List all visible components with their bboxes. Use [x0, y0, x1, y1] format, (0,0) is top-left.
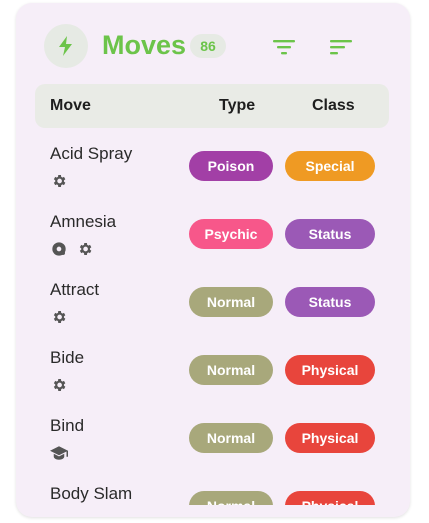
gear-icon — [50, 308, 68, 326]
type-badge: Normal — [189, 355, 273, 385]
moves-list[interactable]: Acid Spray Poison Special Amnesia Psychic Sta… — [16, 128, 410, 505]
graduation-cap-icon — [50, 444, 68, 462]
list-item[interactable]: Acid Spray Poison Special — [16, 128, 410, 196]
column-header-type[interactable]: Type — [219, 97, 255, 115]
class-badge: Status — [285, 287, 375, 317]
column-header-move[interactable]: Move — [50, 97, 91, 115]
move-name: Acid Spray — [50, 144, 133, 163]
type-badge: Psychic — [189, 219, 273, 249]
type-badge: Normal — [189, 423, 273, 453]
move-name: Bide — [50, 348, 85, 367]
page-title: Moves — [102, 30, 187, 60]
move-name: Bind — [50, 416, 85, 435]
type-badge: Normal — [189, 491, 273, 505]
move-name: Body Slam — [50, 484, 133, 503]
moves-card: Moves 86 Move Type Class Acid Spray Poiso… — [16, 3, 410, 517]
gear-icon — [50, 172, 68, 190]
list-item[interactable]: Body Slam Normal Physical — [16, 468, 410, 505]
gear-icon — [50, 376, 68, 394]
class-badge: Physical — [285, 491, 375, 505]
table-header: Move Type Class — [35, 84, 389, 128]
list-item[interactable]: Bind Normal Physical — [16, 400, 410, 468]
move-icons — [50, 308, 68, 326]
class-badge: Status — [285, 219, 375, 249]
filter-button[interactable] — [270, 33, 298, 61]
list-item[interactable]: Amnesia Psychic Status — [16, 196, 410, 264]
class-badge: Physical — [285, 355, 375, 385]
bolt-icon — [44, 24, 88, 68]
move-name: Attract — [50, 280, 100, 299]
list-item[interactable]: Bide Normal Physical — [16, 332, 410, 400]
move-icons — [50, 444, 68, 462]
class-badge: Special — [285, 151, 375, 181]
move-name: Amnesia — [50, 212, 117, 231]
type-badge: Poison — [189, 151, 273, 181]
count-badge: 86 — [190, 34, 226, 58]
disc-icon — [50, 240, 68, 258]
filter-icon — [273, 40, 295, 55]
move-icons — [50, 240, 94, 258]
type-badge: Normal — [189, 287, 273, 317]
move-icons — [50, 172, 68, 190]
class-badge: Physical — [285, 423, 375, 453]
move-icons — [50, 376, 68, 394]
sort-button[interactable] — [327, 33, 355, 61]
list-item[interactable]: Attract Normal Status — [16, 264, 410, 332]
gear-icon — [76, 240, 94, 258]
column-header-class[interactable]: Class — [312, 97, 355, 115]
sort-icon — [330, 40, 352, 55]
card-header: Moves 86 — [16, 3, 410, 87]
